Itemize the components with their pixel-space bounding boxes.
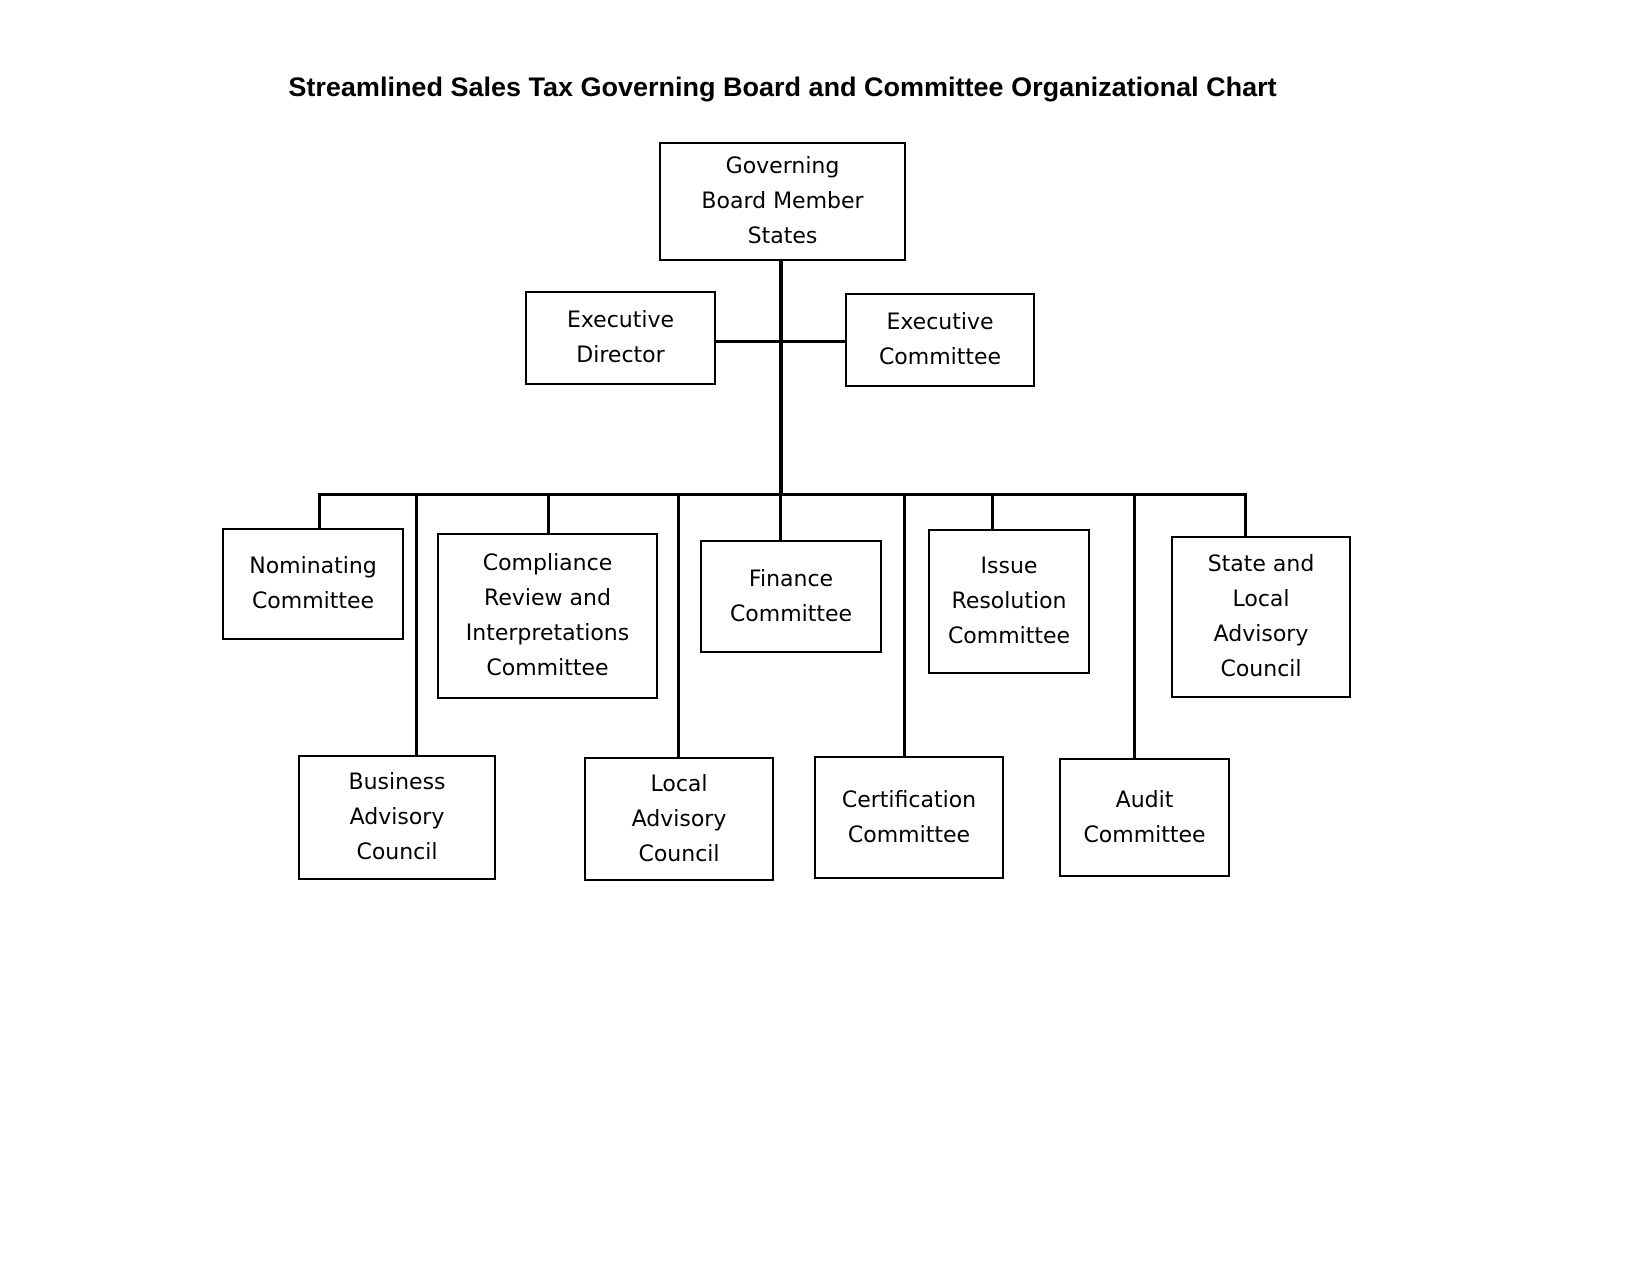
node-label: Issue Resolution Committee bbox=[947, 554, 1071, 649]
connector-finance bbox=[779, 493, 782, 541]
chart-title: Streamlined Sales Tax Governing Board an… bbox=[288, 72, 1277, 102]
node-label: Audit Committee bbox=[1083, 787, 1206, 848]
node-nominating-committee: Nominating Committee bbox=[222, 528, 404, 640]
node-executive-director: Executive Director bbox=[525, 291, 716, 385]
connector-issue-resolution bbox=[991, 493, 994, 530]
node-label: Executive Committee bbox=[878, 310, 1002, 370]
node-executive-committee: Executive Committee bbox=[845, 293, 1035, 387]
node-governing-board: Governing Board Member States bbox=[659, 142, 906, 261]
node-label: Compliance Review and Interpretations Co… bbox=[465, 551, 630, 681]
node-issue-resolution: Issue Resolution Committee bbox=[928, 529, 1090, 674]
node-local-advisory: Local Advisory Council bbox=[584, 757, 774, 881]
node-finance-committee: Finance Committee bbox=[700, 540, 882, 653]
node-label: Nominating Committee bbox=[249, 554, 377, 614]
node-compliance-review: Compliance Review and Interpretations Co… bbox=[437, 533, 658, 699]
connector-trunk bbox=[779, 260, 783, 496]
connector-nominating bbox=[318, 493, 321, 529]
connector-bus bbox=[318, 493, 1247, 496]
connector-staff-horizontal bbox=[716, 340, 846, 343]
node-label: Business Advisory Council bbox=[348, 770, 446, 865]
connector-business-advisory bbox=[415, 493, 418, 756]
connector-audit bbox=[1133, 493, 1136, 759]
node-label: Finance Committee bbox=[729, 566, 853, 627]
connector-local-advisory bbox=[677, 493, 680, 758]
node-label: Governing Board Member States bbox=[701, 154, 864, 249]
node-label: Executive Director bbox=[566, 308, 675, 368]
node-certification-committee: Certification Committee bbox=[814, 756, 1004, 879]
node-state-local-advisory: State and Local Advisory Council bbox=[1171, 536, 1351, 698]
connector-compliance bbox=[547, 493, 550, 534]
node-label: Local Advisory Council bbox=[631, 771, 727, 867]
connector-state-local bbox=[1244, 493, 1247, 537]
connector-certification bbox=[903, 493, 906, 758]
node-label: Certification Committee bbox=[841, 787, 977, 848]
node-business-advisory: Business Advisory Council bbox=[298, 755, 496, 880]
node-audit-committee: Audit Committee bbox=[1059, 758, 1230, 877]
node-label: State and Local Advisory Council bbox=[1207, 552, 1315, 682]
